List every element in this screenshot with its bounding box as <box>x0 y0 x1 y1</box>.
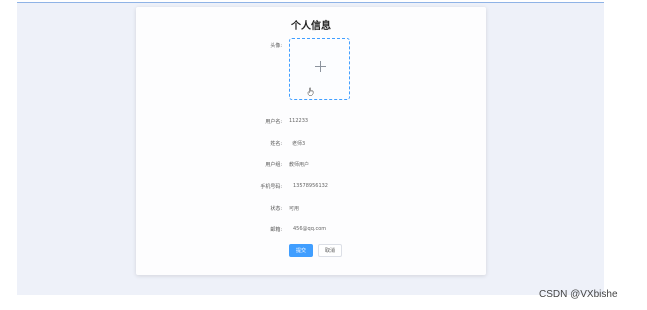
username-value: 112233 <box>289 118 309 124</box>
profile-card: 个人信息 头像: 用户名: 112233 姓名: 老师3 用户组: 教师用户 手… <box>136 7 486 275</box>
user-group-value: 教师用户 <box>289 162 310 168</box>
email-value: 456@qq.com <box>293 226 327 232</box>
status-label: 状态: <box>270 206 282 212</box>
phone-value: 13578956132 <box>293 183 328 189</box>
csdn-watermark: CSDN @VXbishe <box>539 289 618 300</box>
name-value: 老师3 <box>292 141 306 147</box>
submit-button[interactable]: 提交 <box>289 244 313 257</box>
status-value: 可用 <box>289 206 300 212</box>
user-group-label: 用户组: <box>265 162 282 168</box>
avatar-label: 头像: <box>270 43 282 49</box>
username-label: 用户名: <box>265 119 282 125</box>
avatar-upload[interactable] <box>289 38 350 100</box>
plus-icon <box>315 61 327 73</box>
page-title: 个人信息 <box>291 21 331 32</box>
email-label: 邮箱: <box>270 227 282 233</box>
cancel-button[interactable]: 取消 <box>318 244 342 257</box>
hand-cursor-icon <box>307 87 314 96</box>
name-label: 姓名: <box>270 141 282 147</box>
phone-label: 手机号码: <box>260 184 282 190</box>
